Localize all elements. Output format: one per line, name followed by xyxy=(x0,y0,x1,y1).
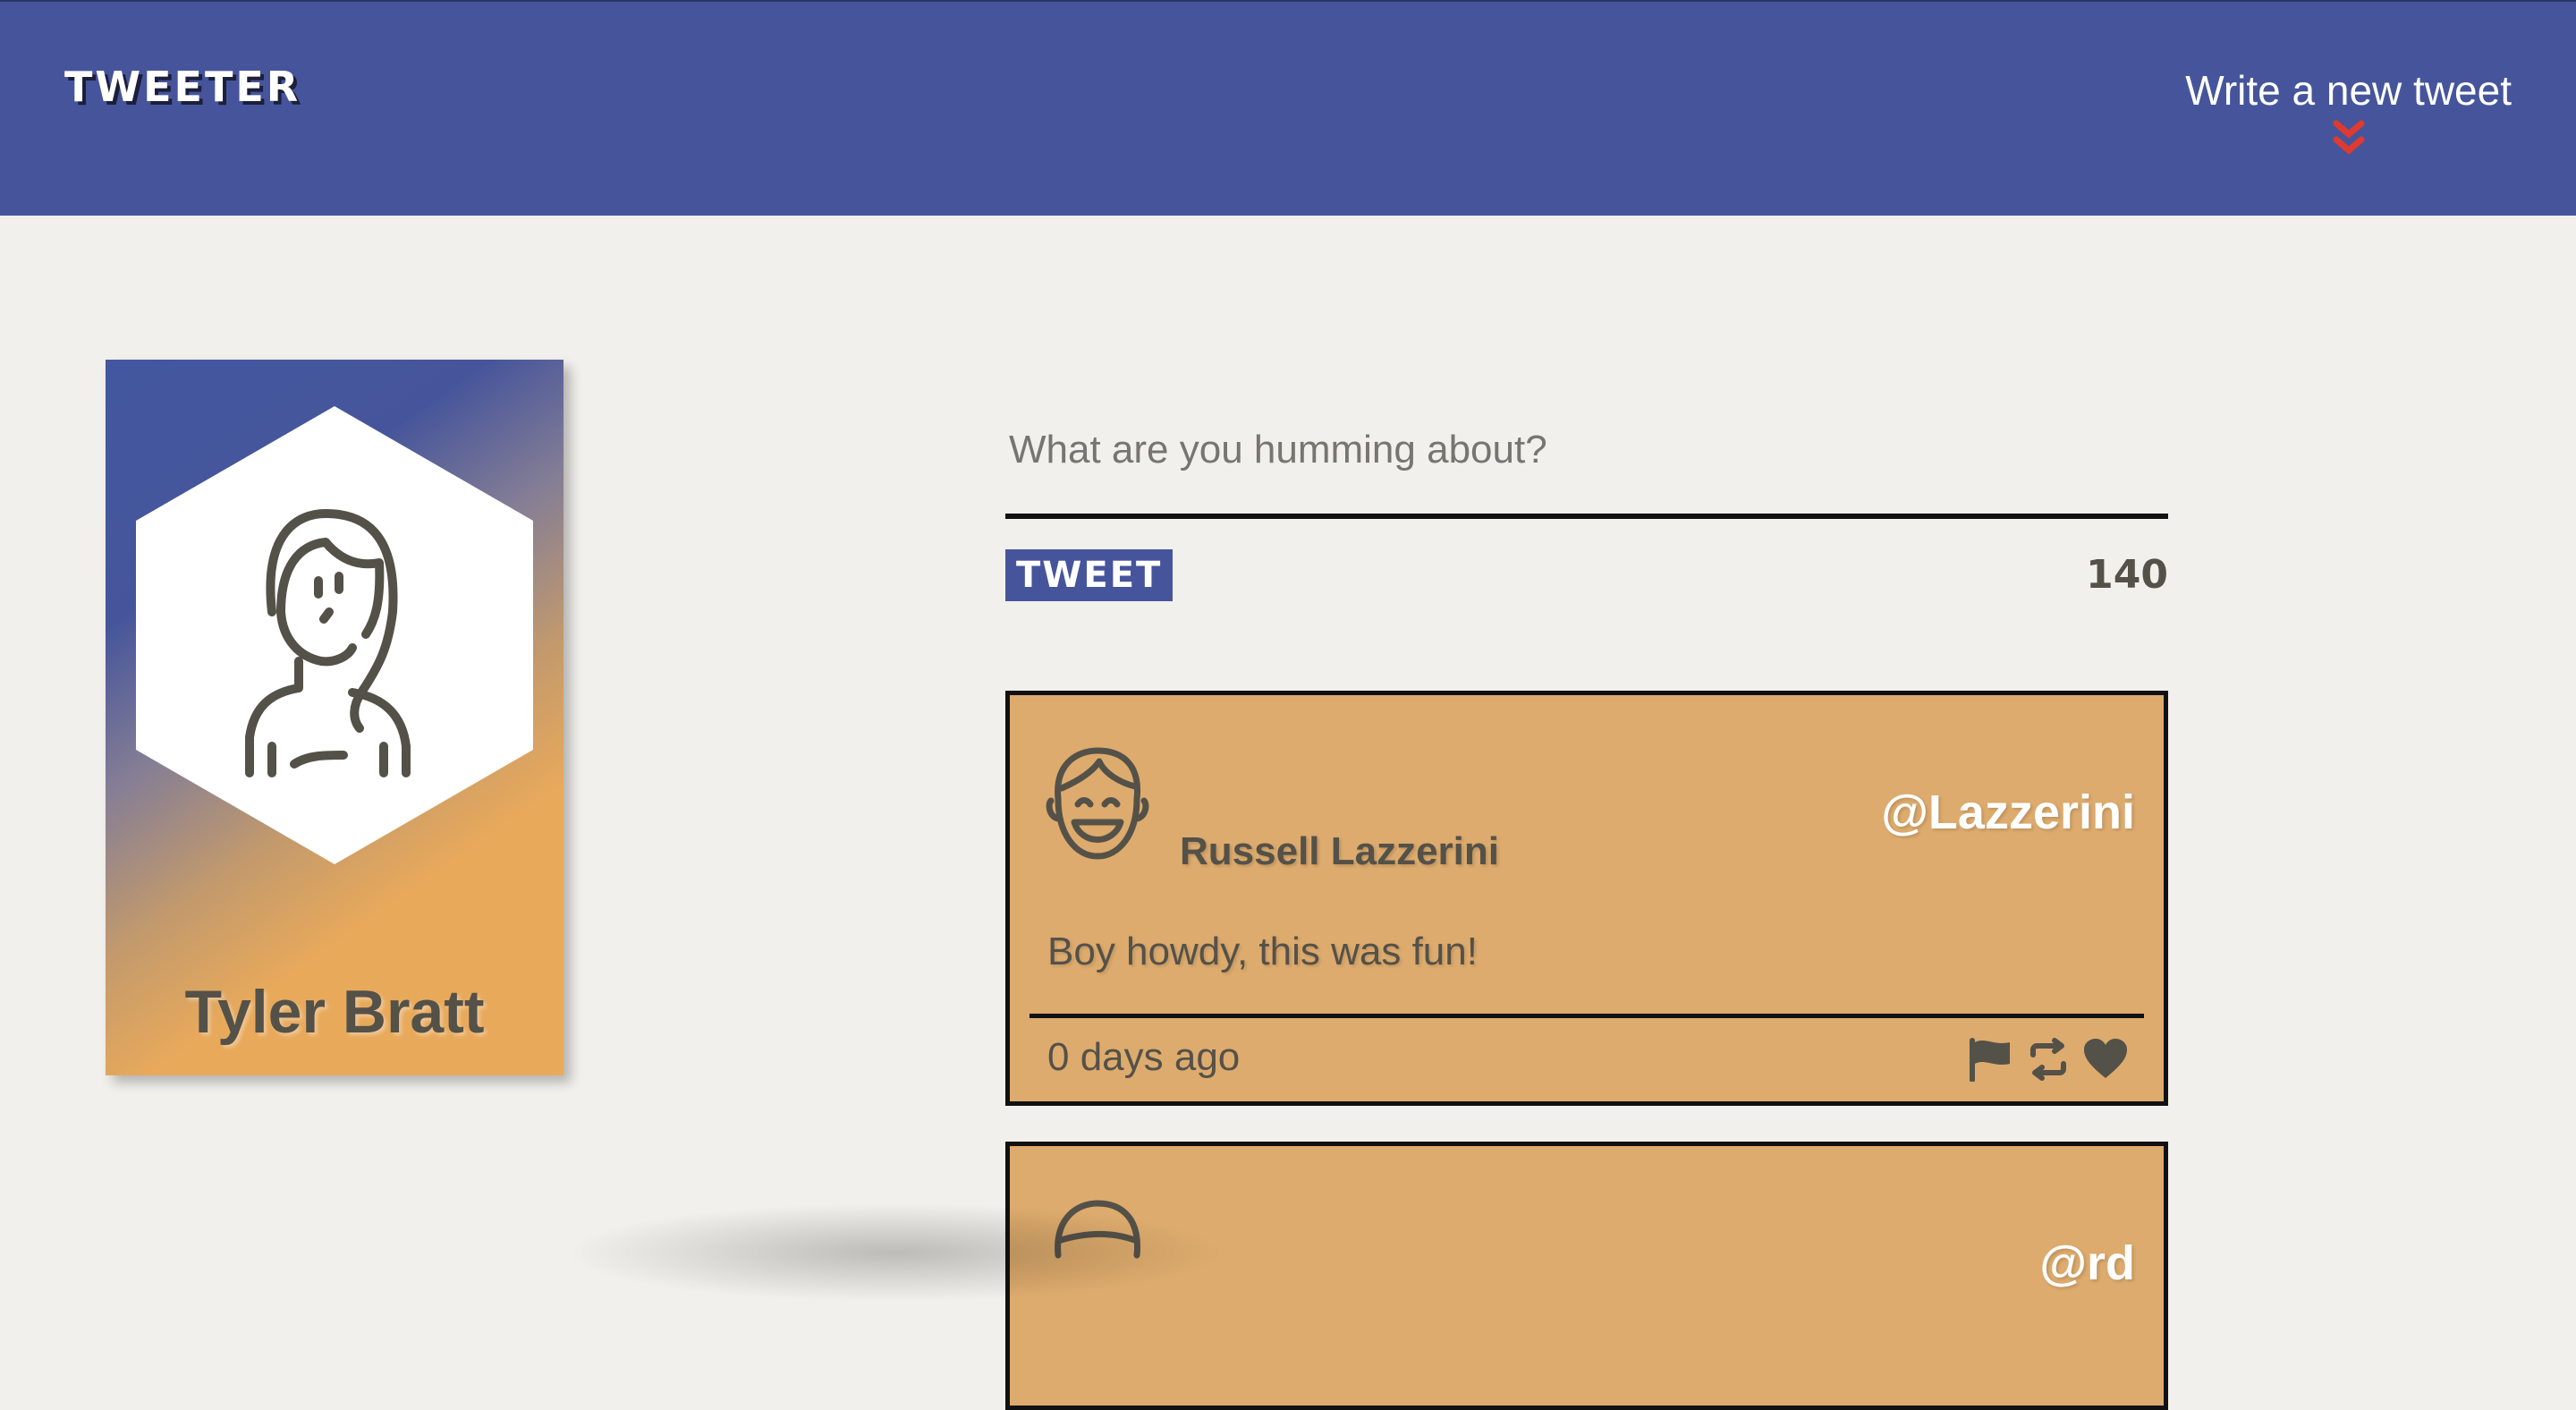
tweet-timestamp: 0 days ago xyxy=(1047,1035,1241,1079)
compose-tweet-form: TWEET 140 xyxy=(1005,394,2168,601)
write-new-tweet-toggle[interactable]: Write a new tweet xyxy=(2185,66,2512,159)
tweet-actions xyxy=(1967,1037,2130,1083)
double-chevron-down-icon[interactable] xyxy=(2331,118,2367,159)
top-nav: TWEETER Write a new tweet xyxy=(0,0,2576,216)
tweet-author-handle[interactable]: @Lazzerini xyxy=(1881,785,2135,840)
tweet-submit-button[interactable]: TWEET xyxy=(1005,549,1174,601)
heart-icon[interactable] xyxy=(2081,1037,2130,1082)
profile-name: Tyler Bratt xyxy=(184,978,485,1046)
tweet-author-handle[interactable]: @rd xyxy=(2039,1236,2135,1291)
character-counter: 140 xyxy=(2086,552,2168,598)
brand-logo[interactable]: TWEETER xyxy=(64,63,301,111)
tweet-card: @rd xyxy=(1005,1142,2168,1410)
tweet-text-input[interactable] xyxy=(1005,394,2168,519)
tweet-content: Boy howdy, this was fun! xyxy=(1047,930,1478,973)
profile-avatar-hexagon xyxy=(136,406,533,864)
write-new-tweet-label[interactable]: Write a new tweet xyxy=(2185,66,2512,115)
tweet-card: Russell Lazzerini @Lazzerini Boy howdy, … xyxy=(1005,691,2168,1106)
female-avatar-icon xyxy=(245,509,411,777)
profile-card: Tyler Bratt xyxy=(106,360,564,1075)
avatar-icon xyxy=(1055,1200,1140,1259)
retweet-icon[interactable] xyxy=(2024,1037,2072,1082)
flag-icon[interactable] xyxy=(1967,1037,2015,1083)
male-avatar-icon xyxy=(1046,747,1149,860)
tweet-divider xyxy=(1030,1014,2144,1018)
tweet-author-name[interactable]: Russell Lazzerini xyxy=(1180,829,1499,874)
